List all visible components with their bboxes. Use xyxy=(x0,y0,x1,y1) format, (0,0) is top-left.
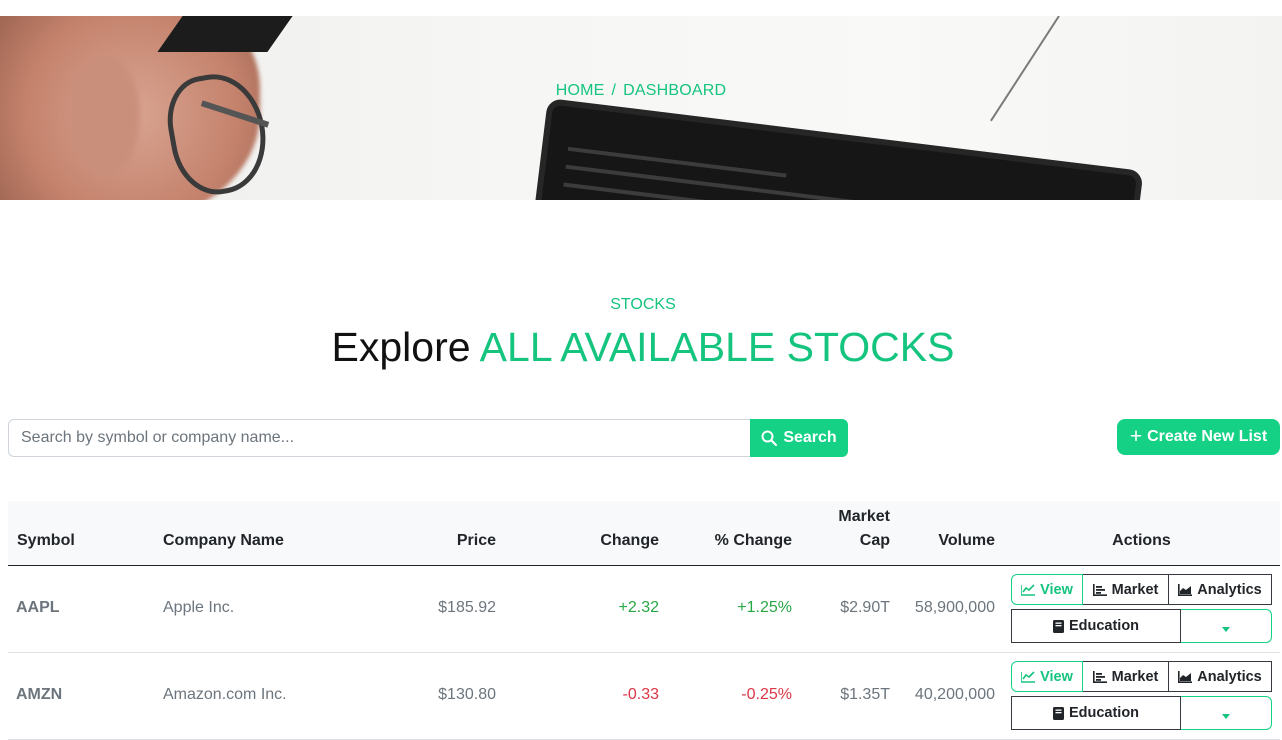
breadcrumb: HOME / DASHBOARD xyxy=(0,82,1282,100)
bar-list-icon xyxy=(1092,583,1107,596)
table-row: AAPL Apple Inc. $185.92 +2.32 +1.25% $2.… xyxy=(8,566,1280,653)
cell-symbol[interactable]: AMZN xyxy=(16,686,62,704)
view-button[interactable]: View xyxy=(1011,661,1083,692)
section-eyebrow: STOCKS xyxy=(610,296,676,313)
cell-price: $185.92 xyxy=(438,599,496,616)
cell-change: -0.33 xyxy=(622,686,659,703)
education-button-label: Education xyxy=(1068,618,1140,634)
search-button-label: Search xyxy=(783,429,837,446)
search-icon xyxy=(761,430,778,446)
breadcrumb-separator: / xyxy=(611,82,617,99)
plus-icon: + xyxy=(1129,424,1143,448)
view-button[interactable]: View xyxy=(1011,574,1083,605)
chevron-down-icon xyxy=(1222,713,1230,719)
cell-company-name: Amazon.com Inc. xyxy=(163,686,287,703)
analytics-button-label: Analytics xyxy=(1197,668,1262,685)
market-button-label: Market xyxy=(1111,668,1159,685)
book-icon xyxy=(1052,706,1064,720)
header-company-name[interactable]: Company Name xyxy=(163,529,284,553)
table-header: Symbol Company Name Price Change % Chang… xyxy=(8,501,1280,566)
line-chart-icon xyxy=(1021,670,1036,683)
market-button[interactable]: Market xyxy=(1083,574,1169,605)
header-market-cap[interactable]: Market Cap xyxy=(790,505,890,553)
view-button-label: View xyxy=(1040,668,1073,685)
cell-market-cap: $2.90T xyxy=(840,599,890,616)
bar-list-icon xyxy=(1092,670,1107,683)
market-button-label: Market xyxy=(1111,581,1159,598)
header-market-cap-line2: Cap xyxy=(859,532,890,549)
cell-company-name: Apple Inc. xyxy=(163,599,235,616)
chevron-down-icon xyxy=(1222,626,1230,632)
analytics-button[interactable]: Analytics xyxy=(1169,574,1272,605)
header-actions: Actions xyxy=(1112,532,1171,549)
view-button-label: View xyxy=(1040,581,1073,598)
cell-change: +2.32 xyxy=(618,599,659,616)
page-title-lead: Explore xyxy=(331,324,471,370)
hero-person-ear xyxy=(70,56,140,176)
header-market-cap-line1: Market xyxy=(838,508,890,525)
book-icon xyxy=(1052,619,1064,633)
cell-symbol[interactable]: AAPL xyxy=(16,599,60,617)
analytics-button-label: Analytics xyxy=(1197,581,1262,598)
cell-volume: 58,900,000 xyxy=(914,599,995,616)
row-actions: View Market Analytics Education xyxy=(1011,574,1272,643)
line-chart-icon xyxy=(1021,583,1036,596)
header-volume[interactable]: Volume xyxy=(895,529,995,553)
header-pct-change[interactable]: % Change xyxy=(692,529,792,553)
education-button[interactable]: Education xyxy=(1011,696,1181,730)
cell-pct-change: -0.25% xyxy=(741,686,792,703)
create-new-list-button[interactable]: + Create New List xyxy=(1117,419,1280,455)
more-actions-dropdown[interactable] xyxy=(1181,609,1272,643)
header-symbol[interactable]: Symbol xyxy=(17,529,75,553)
page-title: Explore ALL AVAILABLE STOCKS xyxy=(0,324,1282,371)
search-bar: Search xyxy=(8,419,848,457)
education-button[interactable]: Education xyxy=(1011,609,1181,643)
table-row: AMZN Amazon.com Inc. $130.80 -0.33 -0.25… xyxy=(8,653,1280,740)
create-new-list-label: Create New List xyxy=(1147,428,1268,445)
analytics-button[interactable]: Analytics xyxy=(1169,661,1272,692)
stocks-table: Symbol Company Name Price Change % Chang… xyxy=(8,501,1280,740)
search-button[interactable]: Search xyxy=(750,419,848,457)
search-input[interactable] xyxy=(8,419,750,457)
breadcrumb-home-link[interactable]: HOME xyxy=(556,82,605,100)
cell-pct-change: +1.25% xyxy=(737,599,792,616)
header-change[interactable]: Change xyxy=(559,529,659,553)
area-chart-icon xyxy=(1178,670,1193,683)
hero-banner: HOME / DASHBOARD xyxy=(0,16,1282,200)
area-chart-icon xyxy=(1178,583,1193,596)
cell-price: $130.80 xyxy=(438,686,496,703)
header-price[interactable]: Price xyxy=(396,529,496,553)
page-title-accent: ALL AVAILABLE STOCKS xyxy=(479,324,955,370)
row-actions: View Market Analytics Education xyxy=(1011,661,1272,730)
breadcrumb-current: DASHBOARD xyxy=(623,82,727,99)
more-actions-dropdown[interactable] xyxy=(1181,696,1272,730)
market-button[interactable]: Market xyxy=(1083,661,1169,692)
cell-volume: 40,200,000 xyxy=(914,686,995,703)
cell-market-cap: $1.35T xyxy=(840,686,890,703)
education-button-label: Education xyxy=(1068,705,1140,721)
